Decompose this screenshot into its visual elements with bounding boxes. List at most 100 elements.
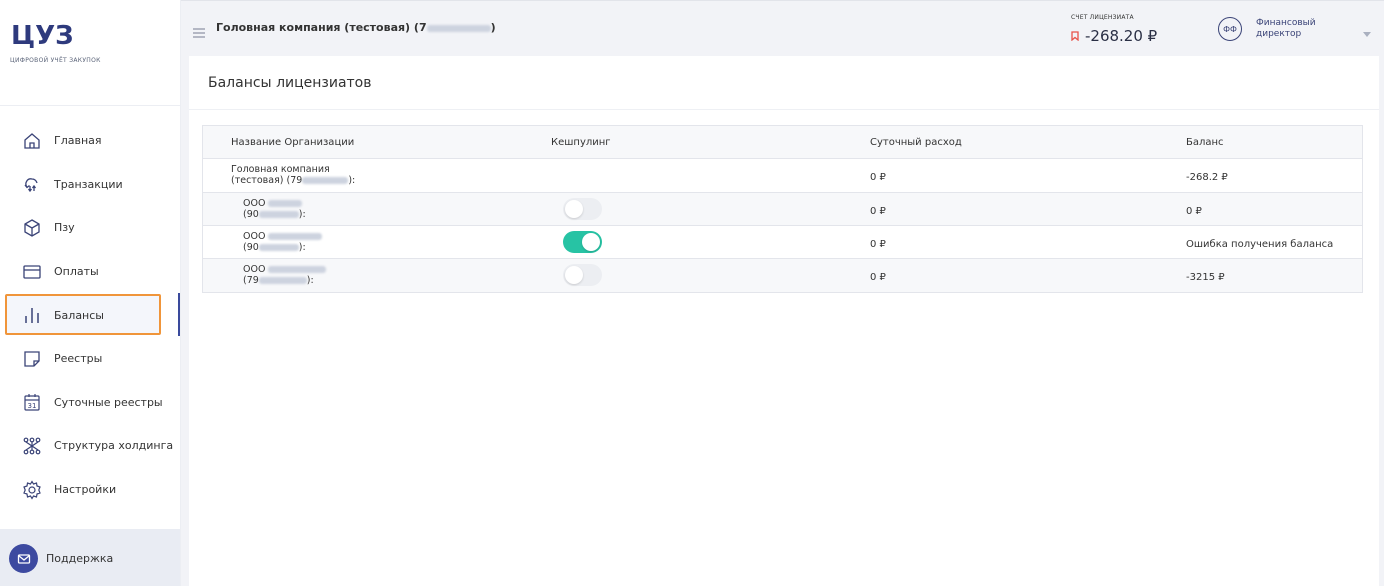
sidebar-item-pzu[interactable]: Пзу <box>0 206 180 250</box>
organization-inn-suffix: ): <box>298 242 306 253</box>
sidebar: ЦУЗ цифровой учёт закупок Главная Транза… <box>0 0 181 586</box>
redacted-inn <box>426 24 491 32</box>
account-balance: -268.20 ₽ <box>1071 27 1157 45</box>
sidebar-item-label: Транзакции <box>54 177 123 191</box>
organization-title: Головная компания <box>231 164 330 175</box>
daily-expense-value: 0 ₽ <box>870 172 886 183</box>
organization-name: ООО (79): <box>243 264 327 286</box>
balance-value: -3215 ₽ <box>1186 272 1225 283</box>
card-icon <box>22 262 42 282</box>
sidebar-item-label: Балансы <box>54 308 104 322</box>
sidebar-item-label: Пзу <box>54 221 75 235</box>
balance-value: Ошибка получения баланса <box>1186 239 1334 250</box>
active-item-indicator <box>178 293 180 337</box>
column-header-cashpooling: Кешпулинг <box>551 137 611 148</box>
sidebar-item-label: Главная <box>54 134 102 148</box>
balances-table: Название Организации Кешпулинг Суточный … <box>202 125 1363 293</box>
redacted-name <box>268 200 303 207</box>
sidebar-item-label: Реестры <box>54 352 103 366</box>
organization-inn-prefix: (79 <box>243 275 259 286</box>
redacted-inn <box>258 211 299 218</box>
organization-inn-prefix: (90 <box>243 242 259 253</box>
sidebar-item-settings[interactable]: Настройки <box>0 468 180 512</box>
transactions-icon <box>22 174 42 194</box>
user-role[interactable]: Финансовый директор <box>1256 18 1346 40</box>
redacted-name <box>268 233 323 240</box>
sidebar-nav: Главная Транзакции Пзу Оплаты Балансы Ре… <box>0 119 180 511</box>
mail-icon <box>17 553 30 564</box>
home-icon <box>22 131 42 151</box>
daily-expense-value: 0 ₽ <box>870 272 886 283</box>
account-balance-value: -268.20 ₽ <box>1085 27 1158 45</box>
note-icon <box>22 349 42 369</box>
title-divider <box>189 109 1379 110</box>
organization-title: ООО <box>243 264 266 275</box>
sidebar-item-label: Суточные реестры <box>54 395 163 409</box>
sidebar-item-home[interactable]: Главная <box>0 119 180 163</box>
sidebar-item-holding-structure[interactable]: Структура холдинга <box>0 424 180 468</box>
redacted-name <box>268 266 327 273</box>
sidebar-item-label: Настройки <box>54 483 117 497</box>
cashpooling-toggle[interactable] <box>563 231 602 253</box>
daily-expense-value: 0 ₽ <box>870 206 886 217</box>
organization-inn-prefix: (тестовая) (79 <box>231 175 303 186</box>
organization-title: ООО <box>243 198 266 209</box>
support-button[interactable] <box>9 544 38 573</box>
sidebar-item-daily-registries[interactable]: 31 Суточные реестры <box>0 381 180 425</box>
hamburger-menu-icon[interactable] <box>193 23 205 42</box>
redacted-inn <box>302 177 349 184</box>
cashpooling-toggle[interactable] <box>563 198 602 220</box>
chevron-down-icon[interactable] <box>1363 23 1371 42</box>
calendar-icon: 31 <box>22 392 42 412</box>
app-logo[interactable]: ЦУЗ <box>11 21 74 51</box>
redacted-inn <box>258 277 307 284</box>
avatar[interactable]: ФФ <box>1218 17 1242 41</box>
structure-icon <box>22 436 42 456</box>
sidebar-item-registries[interactable]: Реестры <box>0 337 180 381</box>
toggle-knob <box>565 266 583 284</box>
support-label: Поддержка <box>46 552 114 565</box>
table-row: Головная компания (тестовая) (79): 0 ₽ -… <box>203 159 1362 193</box>
sidebar-item-payments[interactable]: Оплаты <box>0 250 180 294</box>
organization-inn-suffix: ): <box>298 209 306 220</box>
toggle-knob <box>565 200 583 218</box>
organization-name: ООО (90): <box>243 231 323 253</box>
app-logo-subtitle: цифровой учёт закупок <box>10 57 101 64</box>
organization-inn-prefix: (90 <box>243 209 259 220</box>
table-row: ООО (79): 0 ₽ -3215 ₽ <box>203 259 1362 292</box>
daily-expense-value: 0 ₽ <box>870 239 886 250</box>
account-caption: СЧЕТ ЛИЦЕНЗИАТА <box>1071 14 1134 21</box>
organization-name: ООО (90): <box>243 198 306 220</box>
sidebar-item-balances[interactable]: Балансы <box>0 293 180 337</box>
table-row: ООО (90): 0 ₽ 0 ₽ <box>203 193 1362 226</box>
table-row: ООО (90): 0 ₽ Ошибка получения баланса <box>203 226 1362 259</box>
support-panel[interactable]: Поддержка <box>0 529 180 586</box>
bar-chart-icon <box>22 305 42 325</box>
top-header: Головная компания (тестовая) (7) СЧЕТ ЛИ… <box>181 0 1384 56</box>
company-name-end: ) <box>490 21 496 34</box>
organization-inn-suffix: ): <box>306 275 314 286</box>
table-header: Название Организации Кешпулинг Суточный … <box>203 126 1362 159</box>
organization-inn-suffix: ): <box>348 175 356 186</box>
toggle-knob <box>582 233 600 251</box>
sidebar-divider <box>0 105 180 106</box>
redacted-inn <box>258 244 299 251</box>
cashpooling-toggle[interactable] <box>563 264 602 286</box>
sidebar-item-label: Структура холдинга <box>54 439 174 453</box>
balance-value: -268.2 ₽ <box>1186 172 1228 183</box>
organization-name: Головная компания (тестовая) (79): <box>231 164 355 186</box>
sidebar-item-transactions[interactable]: Транзакции <box>0 163 180 207</box>
box-icon <box>22 218 42 238</box>
main-content: Балансы лицензиатов Название Организации… <box>189 56 1379 586</box>
gear-icon <box>22 479 42 500</box>
bookmark-icon <box>1071 31 1079 41</box>
company-selector[interactable]: Головная компания (тестовая) (7) <box>216 21 496 34</box>
column-header-balance: Баланс <box>1186 137 1224 148</box>
organization-title: ООО <box>243 231 266 242</box>
sidebar-item-label: Оплаты <box>54 265 99 279</box>
column-header-daily-expense: Суточный расход <box>870 137 962 148</box>
column-header-organization: Название Организации <box>231 137 355 148</box>
balance-value: 0 ₽ <box>1186 206 1202 217</box>
company-name: Головная компания (тестовая) (7 <box>216 21 427 34</box>
page-title: Балансы лицензиатов <box>208 75 372 91</box>
